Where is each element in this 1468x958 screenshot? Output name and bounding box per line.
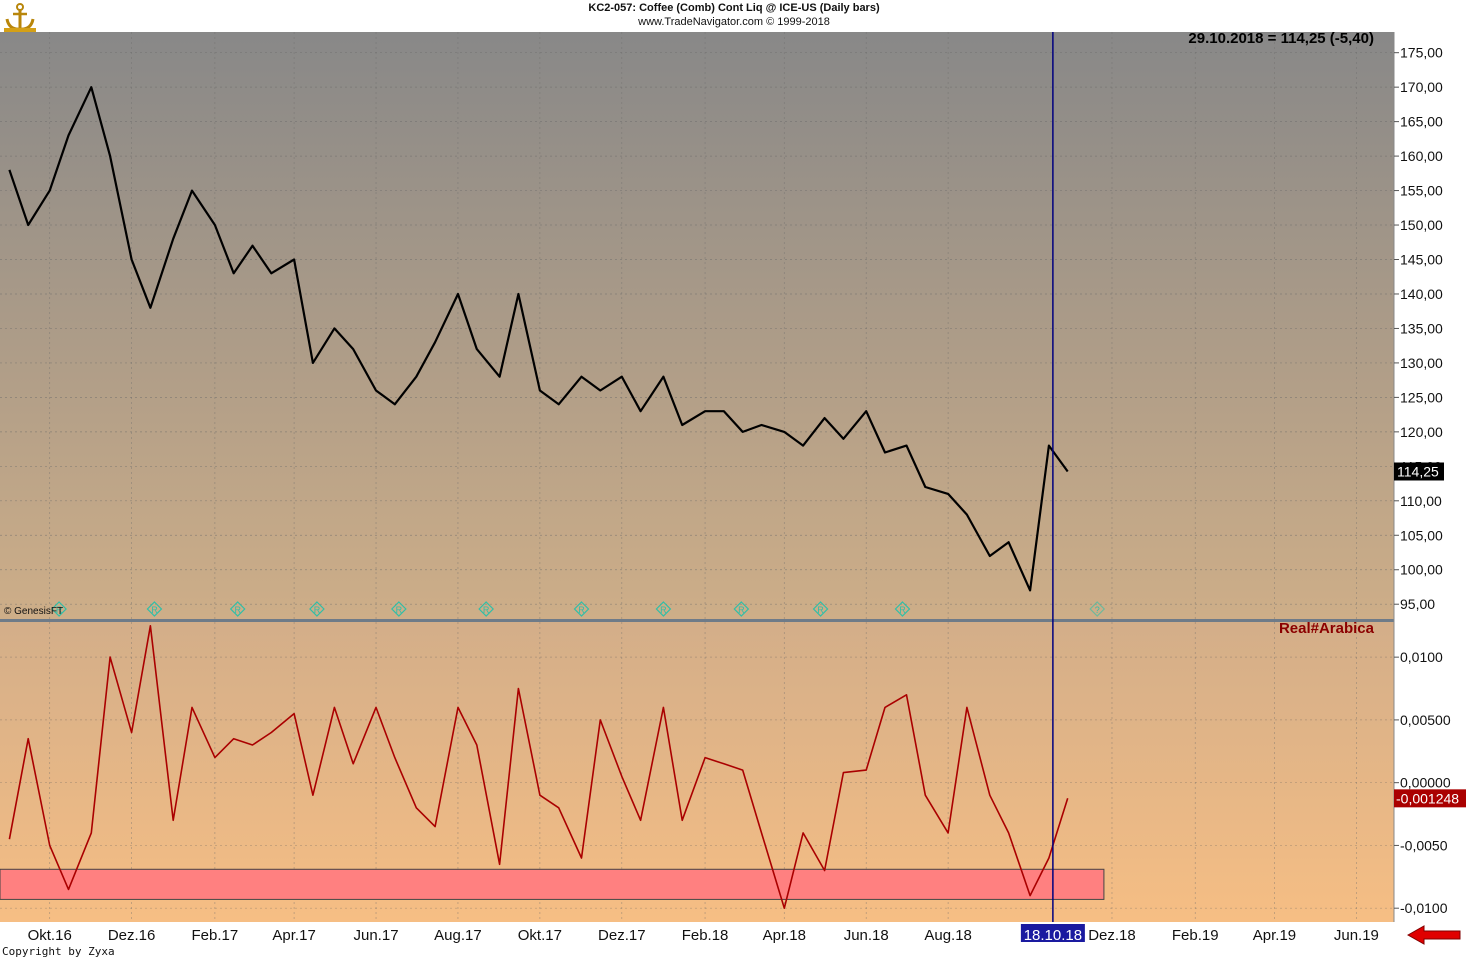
anchor-logo-icon[interactable] bbox=[4, 2, 36, 32]
date-tick-label: Okt.16 bbox=[28, 927, 72, 944]
price-tick-label: 130,00 bbox=[1400, 355, 1443, 371]
indicator-last-value-label: -0,001248 bbox=[1396, 790, 1459, 806]
date-tick-label: Apr.19 bbox=[1253, 927, 1296, 944]
date-tick-label: Dez.18 bbox=[1088, 927, 1136, 944]
date-tick-label: Apr.18 bbox=[763, 927, 806, 944]
price-tick-label: 95,00 bbox=[1400, 596, 1435, 612]
genesis-label: © GenesisFT bbox=[4, 606, 64, 617]
date-tick-label: Feb.19 bbox=[1172, 927, 1219, 944]
cursor-date-label: 18.10.18 bbox=[1024, 927, 1082, 944]
r-diamond-glyph: R bbox=[314, 605, 321, 615]
copyright-label: Copyright by Zyxa bbox=[2, 945, 115, 958]
r-diamond-glyph: R bbox=[483, 605, 490, 615]
indicator-tick-label: 0,00000 bbox=[1400, 775, 1451, 791]
r-diamond-glyph: R bbox=[396, 605, 403, 615]
date-tick-label: Feb.18 bbox=[682, 927, 729, 944]
price-tick-label: 150,00 bbox=[1400, 217, 1443, 233]
indicator-tick-label: -0,0100 bbox=[1400, 900, 1448, 916]
r-diamond-glyph: R bbox=[234, 605, 241, 615]
price-tick-label: 100,00 bbox=[1400, 562, 1443, 578]
price-tick-label: 160,00 bbox=[1400, 148, 1443, 164]
price-tick-label: 155,00 bbox=[1400, 183, 1443, 199]
date-tick-label: Dez.17 bbox=[598, 927, 646, 944]
price-tick-label: 165,00 bbox=[1400, 114, 1443, 130]
indicator-tick-label: 0,00500 bbox=[1400, 712, 1451, 728]
price-last-value-label: 114,25 bbox=[1397, 464, 1439, 480]
r-diamond-glyph: R bbox=[738, 605, 745, 615]
chart-canvas: RRRRRRRRRRR? 95,00100,00105,00110,00115,… bbox=[0, 32, 1468, 944]
r-diamond-glyph: R bbox=[899, 605, 906, 615]
date-tick-label: Feb.17 bbox=[192, 927, 239, 944]
indicator-tick-label: -0,0050 bbox=[1400, 837, 1448, 853]
date-tick-label: Apr.17 bbox=[272, 927, 315, 944]
indicator-zone bbox=[0, 868, 1105, 900]
date-tick-label: Jun.18 bbox=[844, 927, 889, 944]
r-diamond-glyph: R bbox=[817, 605, 824, 615]
indicator-tick-label: 0,0100 bbox=[1400, 649, 1443, 665]
r-diamond-glyph: R bbox=[151, 605, 158, 615]
price-tick-label: 125,00 bbox=[1400, 389, 1443, 405]
r-diamond-glyph: ? bbox=[1095, 605, 1100, 615]
date-tick-label: Aug.17 bbox=[434, 927, 482, 944]
r-diamond-glyph: R bbox=[660, 605, 667, 615]
price-tick-label: 110,00 bbox=[1400, 493, 1442, 509]
indicator-axis-area bbox=[1394, 622, 1468, 922]
price-panel bbox=[0, 32, 1394, 620]
indicator-title: Real#Arabica bbox=[1278, 620, 1374, 637]
price-tick-label: 135,00 bbox=[1400, 320, 1443, 336]
chart-title: KC2-057: Coffee (Comb) Cont Liq @ ICE-US… bbox=[588, 2, 880, 14]
price-tick-label: 105,00 bbox=[1400, 527, 1443, 543]
date-tick-label: Jun.17 bbox=[354, 927, 399, 944]
price-tick-label: 120,00 bbox=[1400, 424, 1443, 440]
last-quote-label: 29.10.2018 = 114,25 (-5,40) bbox=[1188, 30, 1374, 47]
price-tick-label: 175,00 bbox=[1400, 45, 1443, 61]
date-tick-label: Okt.17 bbox=[518, 927, 562, 944]
date-tick-label: Dez.16 bbox=[108, 927, 156, 944]
price-tick-label: 170,00 bbox=[1400, 79, 1443, 95]
date-tick-label: Aug.18 bbox=[924, 927, 972, 944]
panel-divider bbox=[0, 619, 1394, 622]
price-tick-label: 145,00 bbox=[1400, 252, 1443, 268]
date-tick-label: Jun.19 bbox=[1334, 927, 1379, 944]
r-diamond-glyph: R bbox=[578, 605, 585, 615]
red-left-arrow-icon[interactable] bbox=[1406, 924, 1462, 946]
chart-source: www.TradeNavigator.com © 1999-2018 bbox=[638, 16, 830, 28]
price-tick-label: 140,00 bbox=[1400, 286, 1443, 302]
